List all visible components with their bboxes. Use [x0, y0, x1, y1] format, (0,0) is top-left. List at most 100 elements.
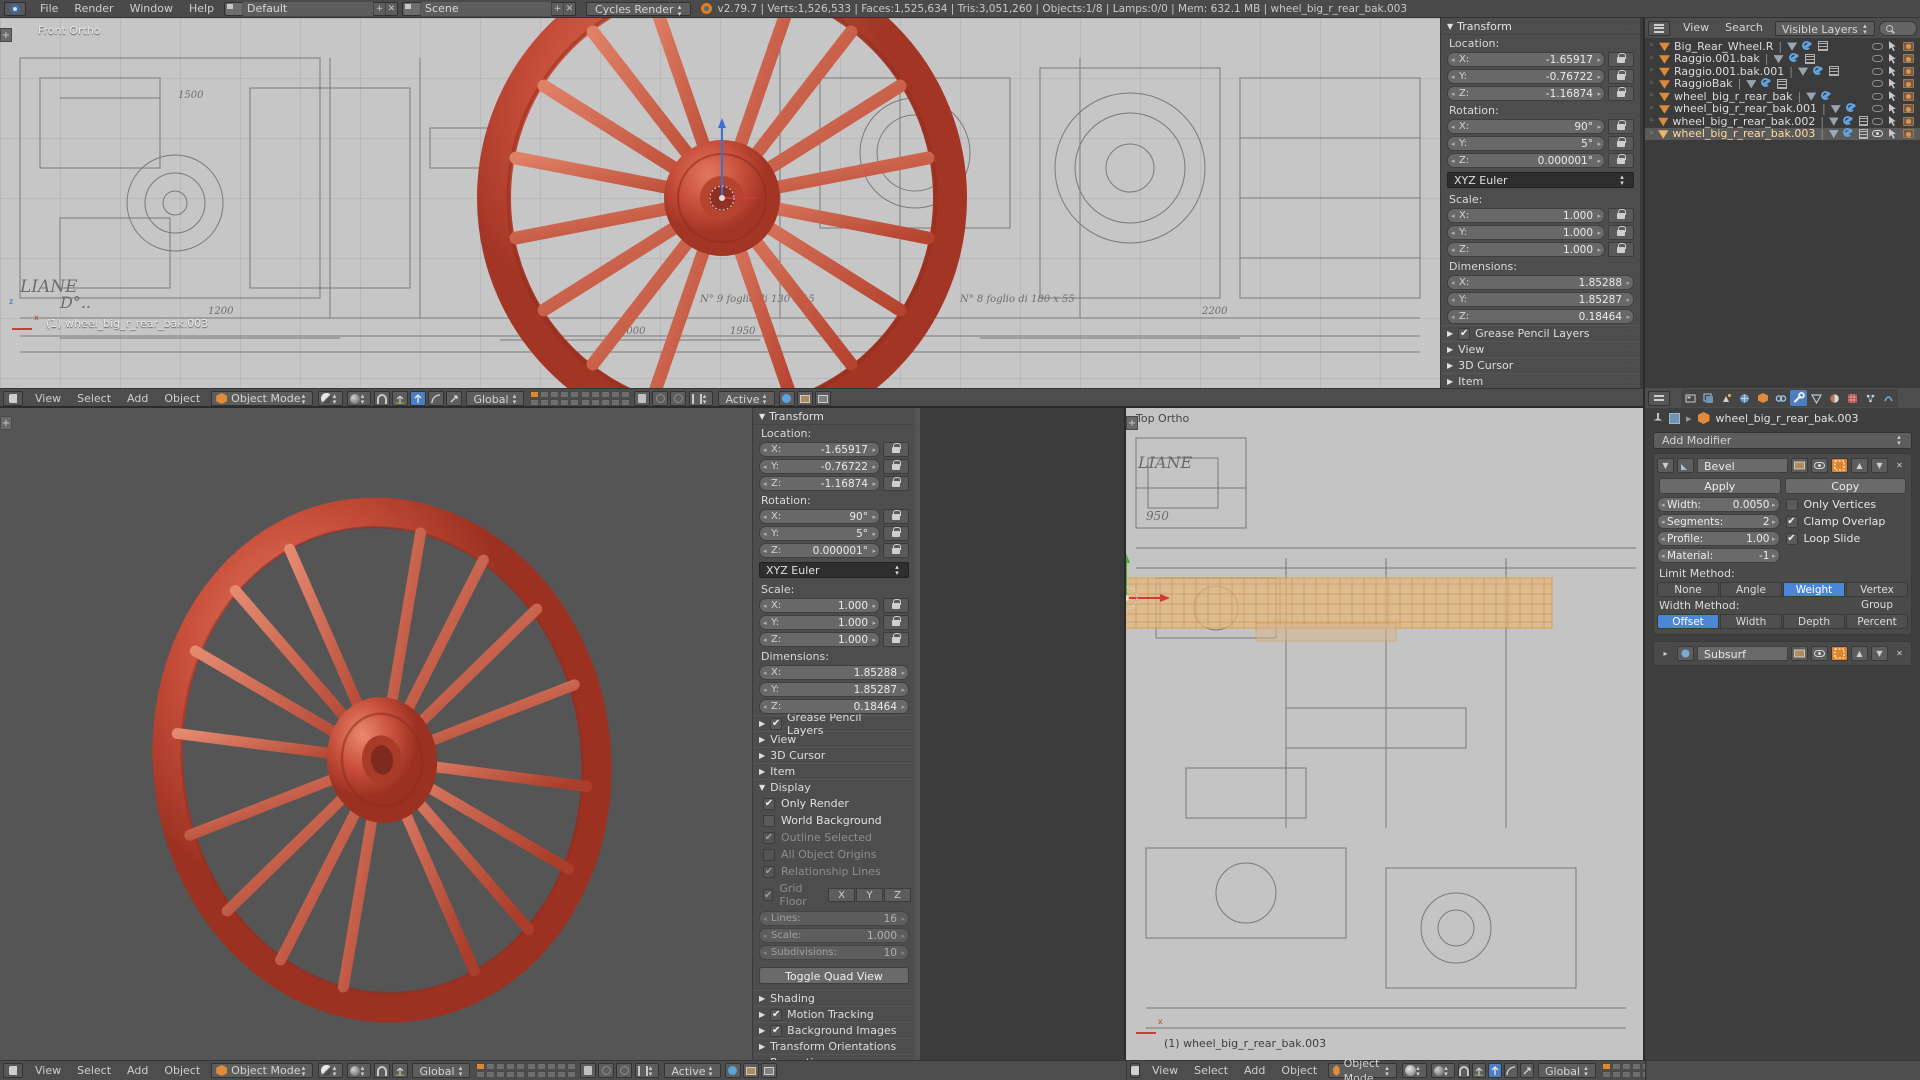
visibility-eye-icon[interactable] [1872, 80, 1883, 88]
clamp-overlap-checkbox[interactable] [1785, 515, 1798, 528]
mesh-icon[interactable] [1806, 92, 1817, 101]
modifier-subsurf-name[interactable]: Subsurf [1697, 646, 1788, 661]
clamp-overlap-row[interactable]: Clamp Overlap [1785, 515, 1909, 528]
screen-layout-new[interactable]: + [373, 2, 386, 15]
menu-file[interactable]: File [32, 0, 66, 18]
panel-shading[interactable]: ▶ Shading ⋯ [753, 990, 915, 1006]
renderability-camera-icon[interactable] [1903, 79, 1914, 89]
panel-display[interactable]: ▼ Display ⋯ [753, 779, 915, 795]
manipulator-toggle[interactable] [392, 1063, 409, 1078]
panel-3d-cursor[interactable]: ▶ 3D Cursor ⋯ [1441, 357, 1640, 373]
panel-grease-pencil-layers[interactable]: ▶ Grease Pencil Layers ⋯ [753, 711, 915, 737]
grid-scale-field[interactable]: Scale: 1.000 [759, 928, 909, 943]
expand-icon[interactable]: ◦ [1649, 104, 1659, 114]
location-x-field[interactable]: X: -1.65917 [759, 442, 880, 457]
layer-group-2[interactable] [581, 391, 631, 406]
transform-orientation-selector[interactable]: Global [1538, 1063, 1596, 1078]
transform-panel-header[interactable]: ▼ Transform ⋯ [1441, 18, 1640, 35]
scene-layers[interactable] [476, 1063, 577, 1078]
properties-editor-type-icon[interactable] [1648, 390, 1670, 406]
outliner-menu-view[interactable]: View [1675, 18, 1717, 38]
visibility-eye-icon[interactable] [1872, 105, 1883, 113]
selectability-cursor-icon[interactable] [1889, 91, 1896, 102]
scale-y-field[interactable]: Y: 1.000 [1447, 225, 1605, 240]
interaction-mode-selector[interactable]: Object Mode [211, 391, 314, 406]
mesh-icon[interactable] [1787, 42, 1798, 51]
panel-view[interactable]: ▶ View ⋯ [1441, 341, 1640, 357]
grid-axis-y-button[interactable]: Y [856, 888, 883, 902]
scale-z-lock-icon[interactable] [1608, 242, 1634, 257]
scale-x-lock-icon[interactable] [1608, 208, 1634, 223]
rotation-y-lock-icon[interactable] [1608, 136, 1634, 151]
panel-motion-tracking[interactable]: ▶ Motion Tracking ⋯ [753, 1006, 915, 1022]
snap-toggle[interactable] [374, 391, 391, 406]
dimensions-z-field[interactable]: Z: 0.18464 [1447, 309, 1634, 324]
layer-group-2[interactable] [527, 1063, 577, 1078]
rotation-z-lock-icon[interactable] [1608, 153, 1634, 168]
panel-background-images[interactable]: ▶ Background Images ⋯ [753, 1022, 915, 1038]
panel-transform-orientations[interactable]: ▶ Transform Orientations ⋯ [753, 1038, 915, 1054]
lock-layer-button[interactable] [634, 391, 651, 406]
rotation-y-field[interactable]: Y: 5° [759, 526, 880, 541]
selectability-cursor-icon[interactable] [1889, 103, 1896, 114]
width-method-offset[interactable]: Offset [1657, 614, 1719, 629]
outliner-row-0[interactable]: ◦ Big_Rear_Wheel.R | [1645, 40, 1920, 53]
grid-axis-z-button[interactable]: Z [884, 888, 911, 902]
tab-data[interactable] [1808, 390, 1825, 406]
tab-modifiers[interactable] [1790, 390, 1807, 406]
scene-value[interactable]: Scene [421, 1, 552, 16]
grid-subdivisions-field[interactable]: Subdivisions: 10 [759, 945, 909, 960]
dimensions-y-field[interactable]: Y: 1.85287 [759, 682, 909, 697]
renderability-camera-icon[interactable] [1903, 41, 1914, 51]
width-method-buttons[interactable]: Offset Width Depth Percent [1657, 614, 1908, 629]
pin-icon[interactable] [1653, 413, 1663, 421]
snap-toggle[interactable] [374, 1063, 391, 1078]
all-object-origins-checkbox[interactable] [763, 848, 775, 861]
modifier-render-toggle[interactable] [1791, 458, 1808, 473]
outliner-filter-selector[interactable]: Visible Layers [1774, 20, 1875, 36]
viewport-top-ortho[interactable]: LIANE 950 + Top Ortho x (1) wheel_big_r_… [1126, 408, 1646, 1060]
location-x-lock-icon[interactable] [883, 442, 909, 457]
properties-tab-bar[interactable] [1681, 389, 1898, 407]
translate-manipulator-button[interactable] [1488, 1063, 1502, 1078]
mesh-icon[interactable] [1746, 80, 1757, 89]
modifier-wrench-icon[interactable] [1843, 128, 1853, 139]
visibility-eye-icon[interactable] [1872, 55, 1883, 63]
modifier-apply-button[interactable]: Apply [1659, 478, 1781, 494]
limit-method-none[interactable]: None [1657, 582, 1719, 597]
mesh-icon[interactable] [1798, 67, 1808, 76]
only-render-checkbox[interactable] [763, 797, 775, 810]
expand-icon[interactable]: ◦ [1649, 41, 1659, 51]
modifier-data-icon[interactable] [1818, 41, 1829, 52]
only-vertices-checkbox[interactable] [1785, 498, 1798, 511]
outliner-row-7-selected[interactable]: ◦ wheel_big_r_rear_bak.003 | [1645, 127, 1920, 140]
modifier-wrench-icon[interactable] [1843, 115, 1853, 127]
limit-method-buttons[interactable]: None Angle Weight Vertex Group [1657, 582, 1908, 611]
outliner-row-6[interactable]: ◦ wheel_big_r_rear_bak.002 | [1645, 115, 1920, 128]
visibility-eye-icon[interactable] [1872, 42, 1883, 50]
scale-x-field[interactable]: X: 1.000 [759, 598, 880, 613]
outliner-display-mode-icon[interactable] [1648, 20, 1670, 36]
selectability-cursor-icon[interactable] [1889, 116, 1896, 127]
relationship-lines-checkbox-row[interactable]: Relationship Lines [753, 863, 915, 880]
transform-gizmo-top[interactable] [1126, 408, 1646, 1060]
renderability-camera-icon[interactable] [1903, 129, 1914, 139]
grid-floor-checkbox[interactable] [763, 889, 774, 901]
dimensions-y-field[interactable]: Y: 1.85287 [1447, 292, 1634, 307]
render-engine-selector[interactable]: Cycles Render [586, 1, 691, 17]
editor-type-icon[interactable] [1130, 1063, 1140, 1078]
grid-lines-field[interactable]: Lines: 16 [759, 911, 909, 926]
tab-physics[interactable] [1880, 390, 1897, 406]
outliner-row-5[interactable]: ◦ wheel_big_r_rear_bak.001 | [1645, 102, 1920, 115]
pivot-point-selector[interactable] [347, 391, 372, 406]
menu-window[interactable]: Window [122, 0, 181, 18]
scale-y-field[interactable]: Y: 1.000 [759, 615, 880, 630]
expand-icon[interactable]: ◦ [1649, 66, 1659, 76]
modifier-wrench-icon[interactable] [1821, 90, 1832, 102]
renderability-camera-icon[interactable] [1903, 66, 1914, 76]
manipulator-toggle[interactable] [392, 391, 409, 406]
modifier-expand-icon[interactable]: ▼ [1657, 458, 1674, 473]
expand-icon[interactable]: ◦ [1649, 116, 1658, 126]
location-x-field[interactable]: X: -1.65917 [1447, 52, 1605, 67]
lock-layer-button[interactable] [580, 1063, 597, 1078]
